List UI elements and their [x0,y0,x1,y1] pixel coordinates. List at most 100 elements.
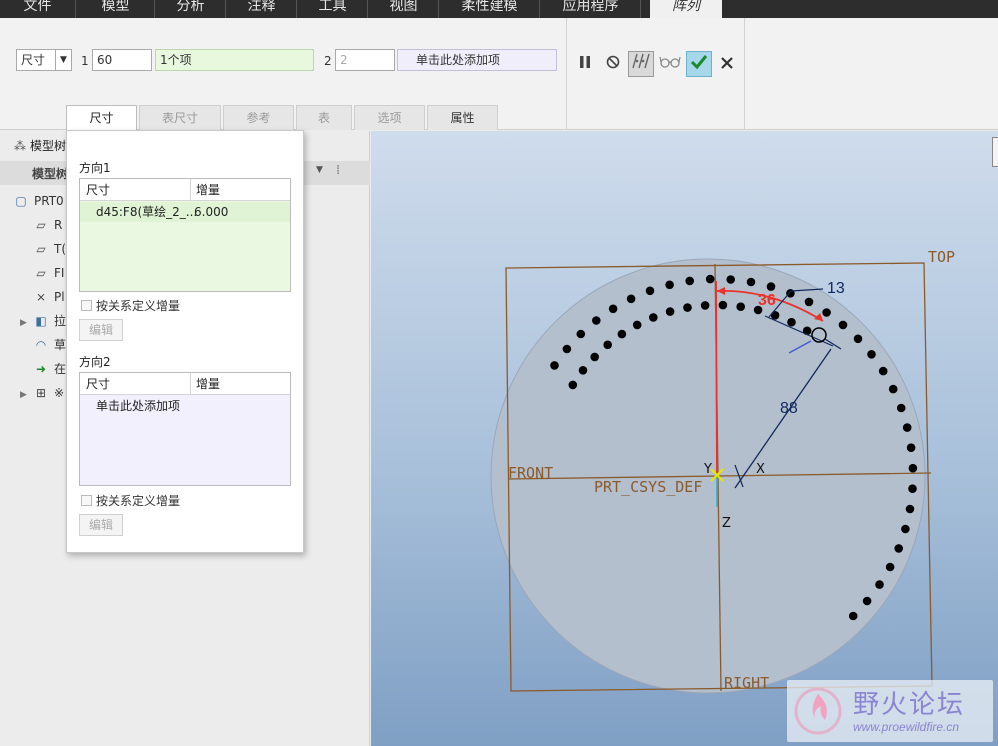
direction1-relation-checkbox[interactable]: 按关系定义增量 [81,297,180,314]
datum-plane-icon: ▱ [36,266,46,280]
pattern-type-select[interactable]: 尺寸 ▼ [16,49,72,71]
extrude-icon: ◧ [35,314,47,328]
table-row[interactable]: 单击此处添加项 [80,396,290,416]
tree-filter-icon[interactable]: ⁞ [336,163,340,178]
menu-tab-file[interactable]: 文件 [0,0,76,18]
pattern-hole [867,350,876,359]
tree-item-part[interactable]: ▢ PRT0 [14,191,63,211]
tree-item-insert-here[interactable]: ➜ 在 [34,359,66,379]
pattern-hole [787,317,796,327]
tree-item-csys[interactable]: ⨯ Pl [34,287,65,307]
tree-item-top-plane[interactable]: ▱ T( [34,239,66,259]
no-preview-button[interactable] [600,51,626,77]
verify-mode-button[interactable] [657,51,683,77]
direction2-count-input[interactable]: 2 [335,49,395,71]
menu-tab-tools[interactable]: 工具 [298,0,368,18]
viewport-edge-handle[interactable] [992,137,998,167]
row-dimension-value: d45:F8(草绘_2_... [96,205,198,219]
model-scene[interactable]: TOP FRONT RIGHT PRT_CSYS_DEF Y X Z 36 13… [371,131,998,746]
menu-tab-flexible-modeling[interactable]: 柔性建模 [440,0,540,18]
subtab-references[interactable]: 参考 [223,105,294,130]
direction2-relation-checkbox[interactable]: 按关系定义增量 [81,492,180,509]
label-axis-y: Y [703,462,712,477]
row-increment-value[interactable]: 6.000 [194,202,228,222]
pattern-hole [862,596,872,606]
subtab-table-dimensions[interactable]: 表尺寸 [139,105,221,130]
pattern-hole [736,302,745,311]
pattern-hole [705,274,715,284]
table-row[interactable]: d45:F8(草绘_2_... 6.000 [80,202,290,222]
direction1-title: 方向1 [79,161,111,175]
datum-plane-icon: ▱ [36,218,46,232]
expand-arrow-icon[interactable]: ▶ [20,385,34,405]
chevron-down-icon[interactable]: ▼ [316,165,323,175]
close-icon [721,57,733,69]
pattern-hole [632,320,642,330]
feature-preview-button[interactable] [628,51,654,77]
column-dimension: 尺寸 [86,377,111,391]
subtab-tables[interactable]: 表 [296,105,352,130]
menu-tab-view[interactable]: 视图 [369,0,439,18]
label-axis-z: Z [722,516,731,531]
dimensions-panel: 方向1 尺寸 增量 d45:F8(草绘_2_... 6.000 按关系定义增量 … [66,130,304,553]
pattern-hole [853,334,863,344]
pattern-hole [746,277,756,287]
direction1-items-collector[interactable]: 1个项 [155,49,314,71]
direction1-table[interactable]: 尺寸 增量 d45:F8(草绘_2_... 6.000 [79,178,291,292]
pattern-hole [848,611,858,621]
pause-button[interactable] [572,51,598,77]
menu-tab-pattern[interactable]: 阵列 [650,0,722,18]
tree-item-right-plane[interactable]: ▱ R [34,215,62,235]
direction2-table[interactable]: 尺寸 增量 单击此处添加项 [79,372,291,486]
tree-item-extrude[interactable]: ▶ ◧ 拉 [20,311,66,331]
label-csys: PRT_CSYS_DEF [594,478,702,496]
pattern-hole [726,275,735,284]
direction2-title: 方向2 [79,355,111,369]
column-increment: 增量 [196,183,221,197]
pattern-icon: ⊞ [35,386,47,400]
tree-item-pattern[interactable]: ▶ ⊞ ※ [20,383,64,403]
direction1-edit-button[interactable]: 编辑 [79,319,123,341]
ok-button[interactable] [686,51,712,77]
expand-arrow-icon[interactable]: ▶ [20,313,34,333]
dimension-88-value[interactable]: 88 [780,400,798,417]
pattern-hole [617,329,627,339]
menu-tab-model[interactable]: 模型 [77,0,155,18]
pattern-hole [700,301,710,310]
graphics-viewport[interactable]: TOP FRONT RIGHT PRT_CSYS_DEF Y X Z 36 13… [371,131,998,746]
model-tree-icon: ⁂ [14,139,26,153]
tree-item-front-plane[interactable]: ▱ FI [34,263,64,283]
column-increment: 增量 [196,377,221,391]
menu-tab-applications[interactable]: 应用程序 [541,0,641,18]
direction2-edit-button[interactable]: 编辑 [79,514,123,536]
glasses-icon [659,56,681,68]
watermark-title: 野火论坛 [853,689,966,719]
menu-tab-analysis[interactable]: 分析 [156,0,226,18]
tree-item-sketch[interactable]: ◠ 草 [34,335,66,355]
main-menu-bar: 文件 模型 分析 注释 工具 视图 柔性建模 应用程序 阵列 [0,0,998,18]
pattern-hole [592,316,601,325]
pattern-hole [804,297,814,307]
model-tree-header[interactable]: ⁂ 模型树 [14,137,66,155]
direction1-count-input[interactable]: 60 [92,49,152,71]
checkbox-box[interactable] [81,300,92,311]
datum-plane-icon: ▱ [36,242,46,256]
checkmark-icon [690,55,708,70]
direction2-items-collector[interactable]: 单击此处添加项 [397,49,557,71]
subtab-options[interactable]: 选项 [354,105,425,130]
subtab-dimensions[interactable]: 尺寸 [66,105,137,131]
direction1-table-header: 尺寸 增量 [80,179,290,201]
checkbox-box[interactable] [81,495,92,506]
pattern-type-value: 尺寸 [21,53,46,67]
add-item-prompt[interactable]: 单击此处添加项 [96,396,180,416]
dimension-13-value[interactable]: 13 [827,280,845,297]
model-tree-tab[interactable]: 模型树 [32,165,68,182]
subtab-properties[interactable]: 属性 [427,105,498,130]
cancel-button[interactable] [714,51,740,77]
pattern-hole [902,423,912,432]
dimension-angle-value[interactable]: 36 [758,292,776,309]
sketch-icon: ◠ [35,338,47,352]
pattern-hole [901,524,910,534]
chevron-down-icon[interactable]: ▼ [55,50,71,70]
menu-tab-annotate[interactable]: 注释 [227,0,297,18]
